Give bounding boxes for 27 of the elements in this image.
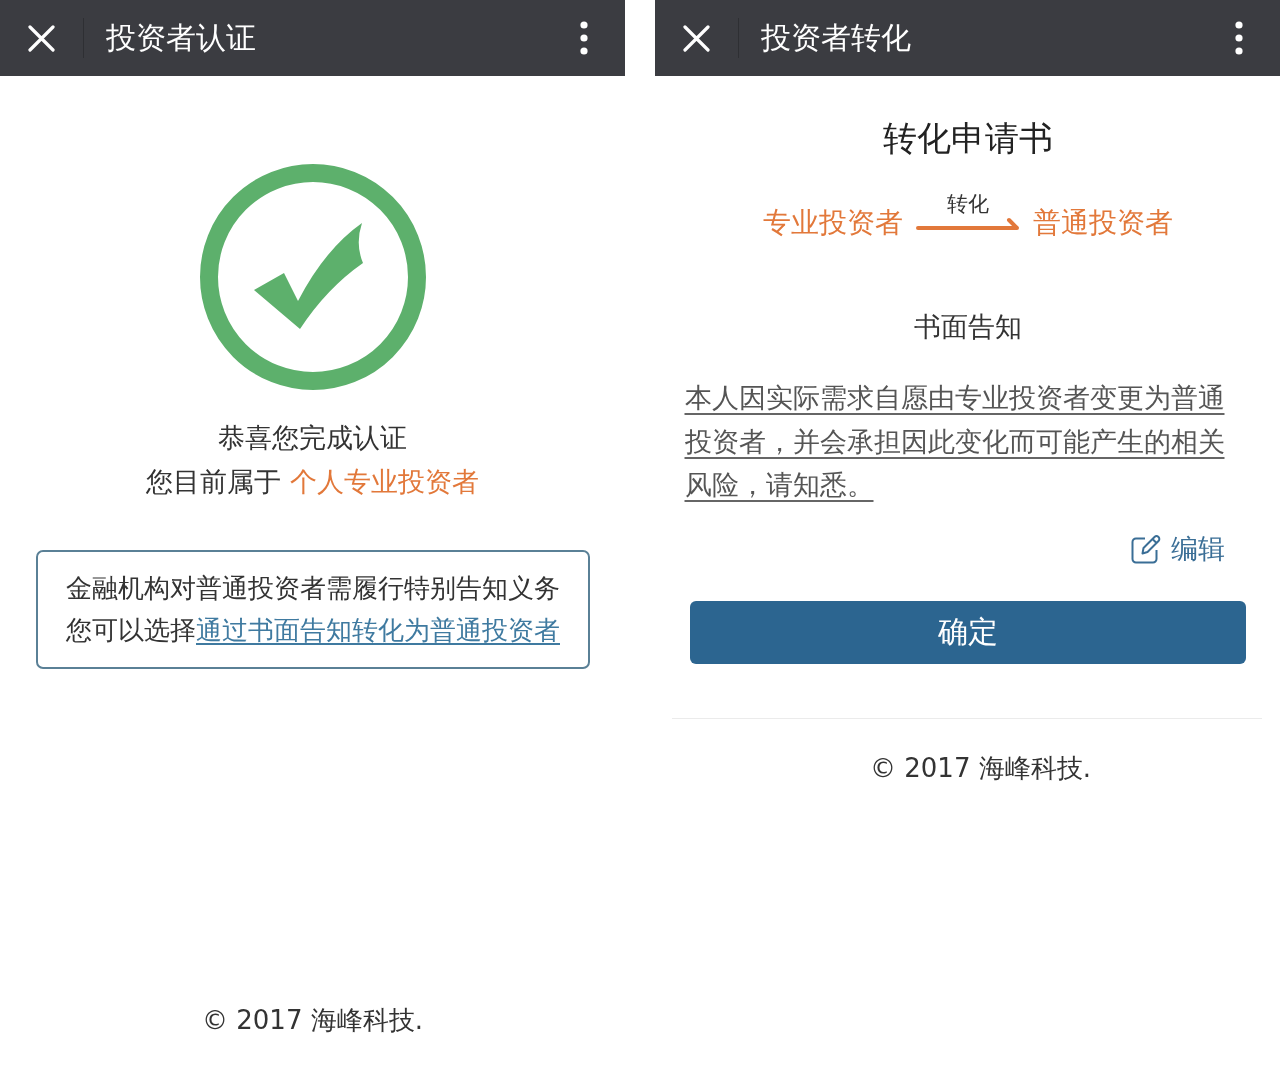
page-title: 投资者认证	[106, 19, 257, 57]
confirm-button[interactable]: 确定	[689, 600, 1246, 664]
form-title: 转化申请书	[882, 117, 1053, 160]
edit-link[interactable]: 编辑	[1131, 530, 1225, 567]
edit-icon	[1131, 533, 1161, 564]
check-circle-icon	[199, 164, 426, 390]
close-icon	[683, 24, 710, 52]
conversion-to: 普通投资者	[1032, 205, 1173, 240]
conversion-label: 转化	[946, 191, 989, 217]
close-button[interactable]	[683, 24, 710, 52]
close-icon	[28, 24, 55, 52]
section-title: 书面告知	[913, 310, 1022, 344]
more-icon	[1235, 21, 1243, 55]
close-button[interactable]	[28, 24, 55, 52]
more-icon	[580, 21, 588, 55]
status-label: 您目前属于	[146, 465, 281, 499]
conversion-from: 专业投资者	[762, 205, 903, 240]
conversion-link[interactable]: 通过书面告知转化为普通投资者	[196, 615, 560, 645]
status-value: 个人专业投资者	[290, 465, 479, 499]
success-message: 恭喜您完成认证	[218, 421, 407, 455]
page-title: 投资者转化	[761, 19, 912, 57]
footer-text: © 2017 海峰科技.	[202, 1004, 423, 1037]
notice-text: 金融机构对普通投资者需履行特别告知义务 您可以选择通过书面告知转化为普通投资者	[66, 572, 561, 647]
menu-button[interactable]	[580, 21, 588, 55]
menu-button[interactable]	[1235, 21, 1243, 55]
footer-text: © 2017 海峰科技.	[870, 751, 1091, 785]
statement-text: 本人因实际需求自愿由专业投资者变更为普通投资者，并会承担因此变化而可能产生的相关风险，请知悉。	[684, 381, 1226, 502]
